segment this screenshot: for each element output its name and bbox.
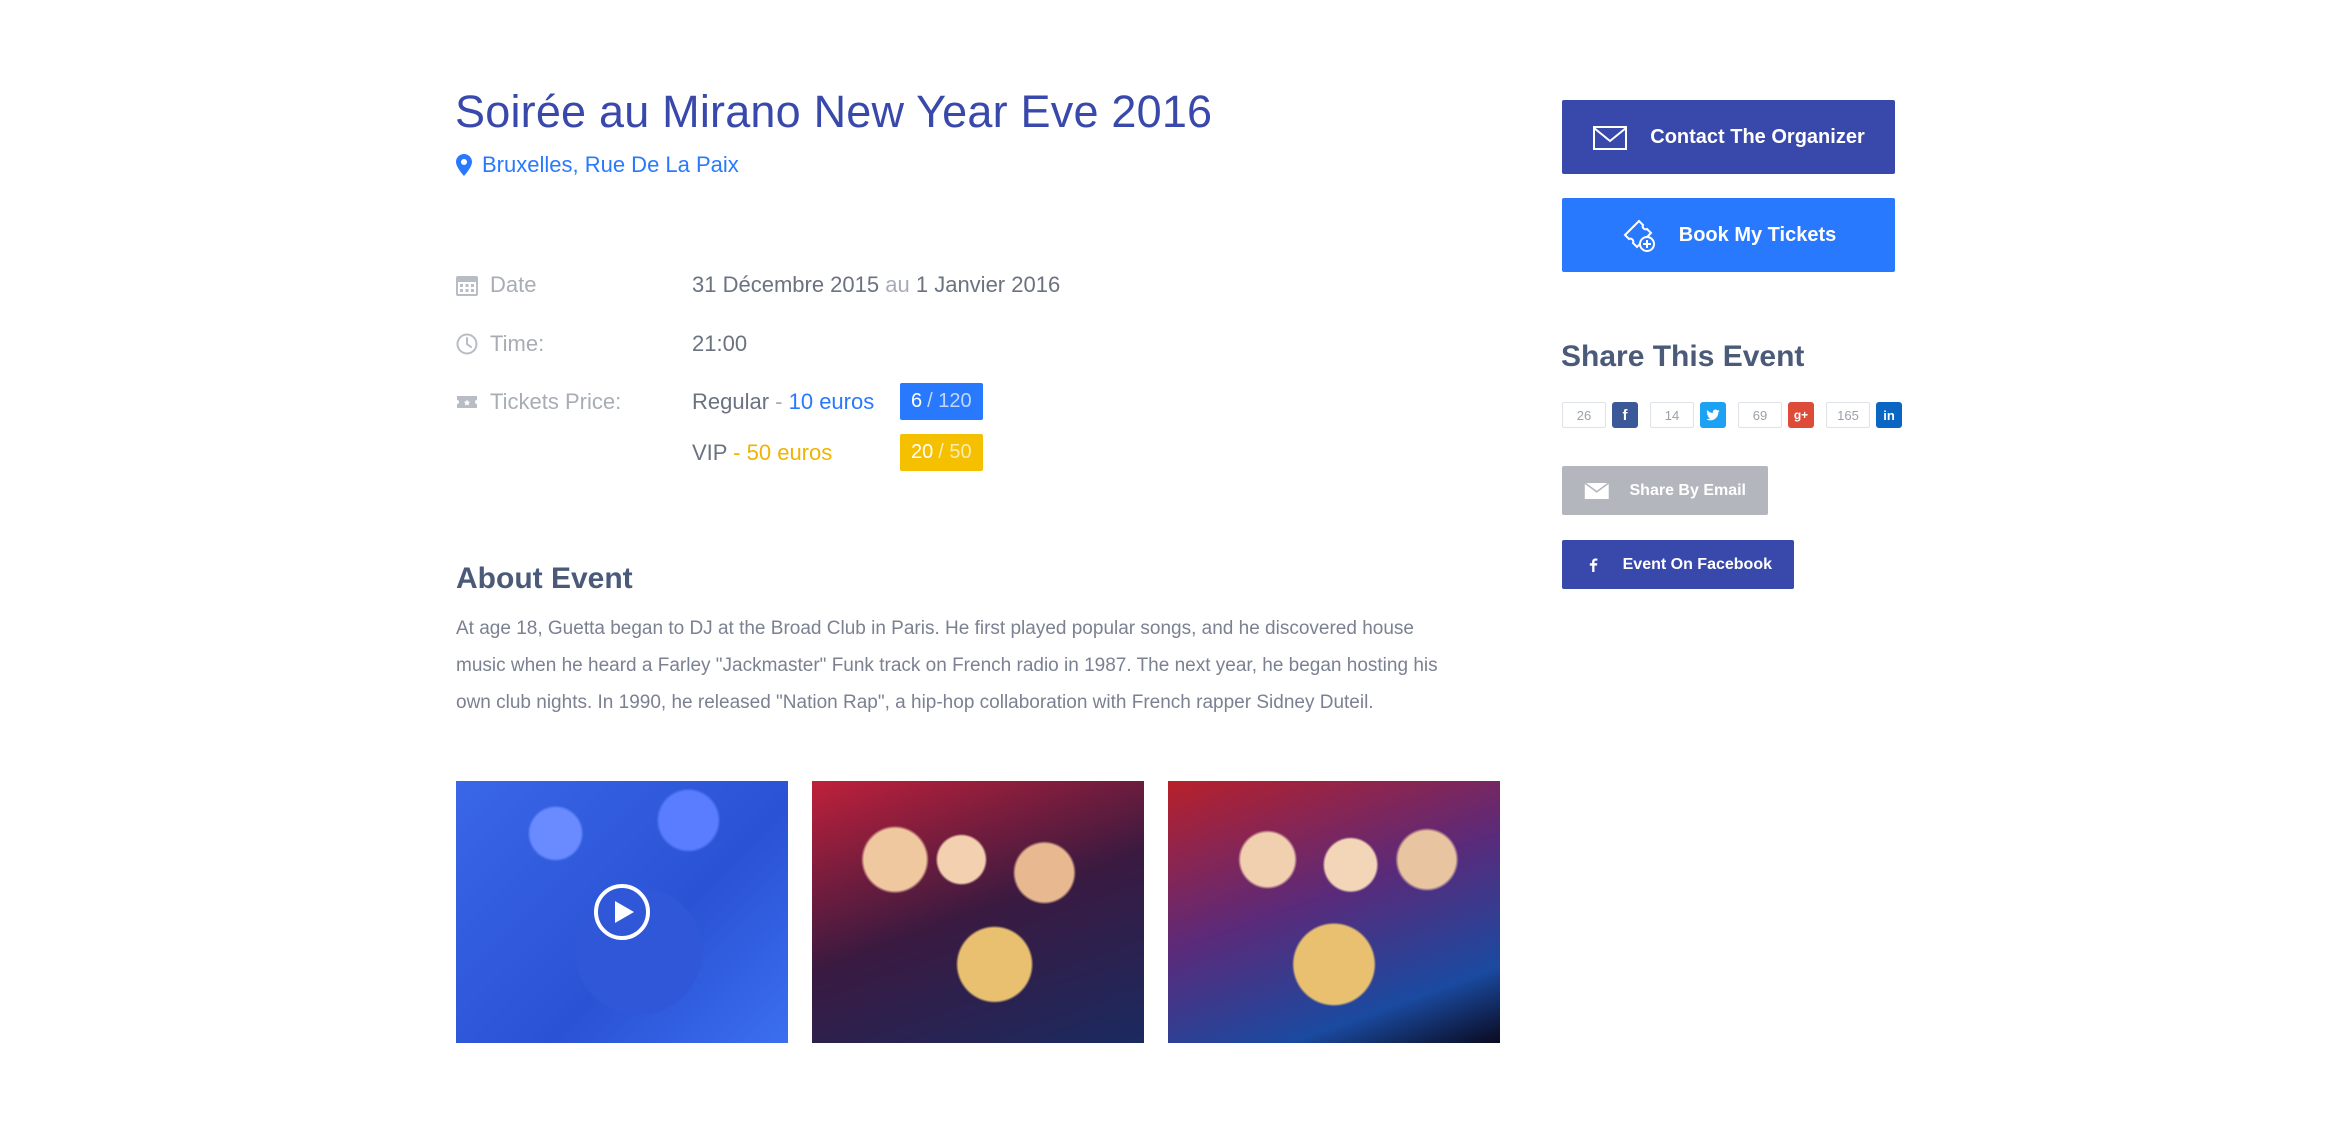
map-pin-icon: [456, 154, 472, 176]
time-label: Time:: [490, 331, 545, 356]
about-text: At age 18, Guetta began to DJ at the Bro…: [456, 618, 1438, 713]
ticket-price: 10 euros: [788, 388, 875, 414]
date-label: Date: [490, 272, 537, 297]
ticket-regular: Regular - 10 euros 6 / 120: [692, 383, 983, 420]
date-start: 31 Décembre 2015: [692, 272, 880, 297]
event-title: Soirée au Mirano New Year Eve 2016: [455, 86, 1213, 137]
date-row: Date 31 Décembre 2015 au 1 Janvier 2016: [456, 272, 1060, 298]
twitter-icon[interactable]: [1700, 402, 1726, 428]
ticket-remaining: 6: [911, 390, 923, 412]
envelope-icon: [1593, 126, 1628, 150]
event-on-facebook-button[interactable]: Event On Facebook: [1562, 540, 1794, 589]
gallery-photo[interactable]: [1168, 781, 1500, 1043]
ticket-vip: VIP - 50 euros 20 / 50: [692, 434, 983, 471]
book-tickets-button[interactable]: Book My Tickets: [1562, 198, 1895, 272]
share-by-email-button[interactable]: Share By Email: [1562, 466, 1768, 515]
ticket-price: 50 euros: [746, 439, 833, 465]
share-count: 69: [1738, 402, 1782, 428]
share-by-email-label: Share By Email: [1629, 481, 1747, 499]
ticket-availability-badge: 20 / 50: [900, 434, 983, 471]
share-google-plus[interactable]: 69 g+: [1738, 402, 1814, 428]
share-linkedin[interactable]: 165 in: [1826, 402, 1902, 428]
play-icon[interactable]: [594, 884, 650, 940]
ticket-total: / 120: [927, 390, 972, 412]
ticket-availability-badge: 6 / 120: [900, 383, 983, 420]
google-plus-icon[interactable]: g+: [1788, 402, 1814, 428]
ticket-plus-icon: [1623, 219, 1655, 252]
gallery-video[interactable]: [456, 781, 788, 1043]
ticket-remaining: 20: [911, 441, 934, 463]
facebook-icon: [1589, 557, 1598, 572]
share-count: 14: [1650, 402, 1694, 428]
event-location[interactable]: Bruxelles, Rue De La Paix: [456, 152, 739, 178]
facebook-icon[interactable]: f: [1612, 402, 1638, 428]
tickets-label: Tickets Price:: [490, 389, 622, 414]
book-tickets-label: Book My Tickets: [1678, 223, 1837, 246]
linkedin-icon[interactable]: in: [1876, 402, 1902, 428]
time-row: Time: 21:00: [456, 331, 747, 357]
ticket-name: Regular: [692, 388, 770, 414]
gallery-photo[interactable]: [812, 781, 1144, 1043]
share-count: 26: [1562, 402, 1606, 428]
about-title: About Event: [456, 562, 633, 595]
ticket-total: / 50: [938, 441, 972, 463]
tickets-row: Tickets Price:: [456, 389, 692, 415]
date-separator: au: [885, 272, 910, 297]
date-value: 31 Décembre 2015 au 1 Janvier 2016: [692, 272, 1060, 298]
share-twitter[interactable]: 14: [1650, 402, 1726, 428]
share-count: 165: [1826, 402, 1870, 428]
share-facebook[interactable]: 26 f: [1562, 402, 1638, 428]
ticket-icon: [457, 396, 477, 408]
clock-icon: [456, 333, 478, 355]
envelope-icon: [1584, 481, 1610, 499]
location-text: Bruxelles, Rue De La Paix: [482, 152, 739, 177]
ticket-name: VIP: [692, 439, 728, 465]
contact-organizer-label: Contact The Organizer: [1650, 125, 1865, 148]
share-title: Share This Event: [1561, 340, 1805, 373]
event-on-facebook-label: Event On Facebook: [1622, 555, 1772, 573]
contact-organizer-button[interactable]: Contact The Organizer: [1562, 100, 1895, 174]
calendar-icon: [456, 276, 478, 296]
time-value: 21:00: [692, 331, 748, 356]
share-counters: 26 f 14 69 g+ 165 in: [1562, 402, 1902, 428]
date-end: 1 Janvier 2016: [915, 272, 1061, 297]
